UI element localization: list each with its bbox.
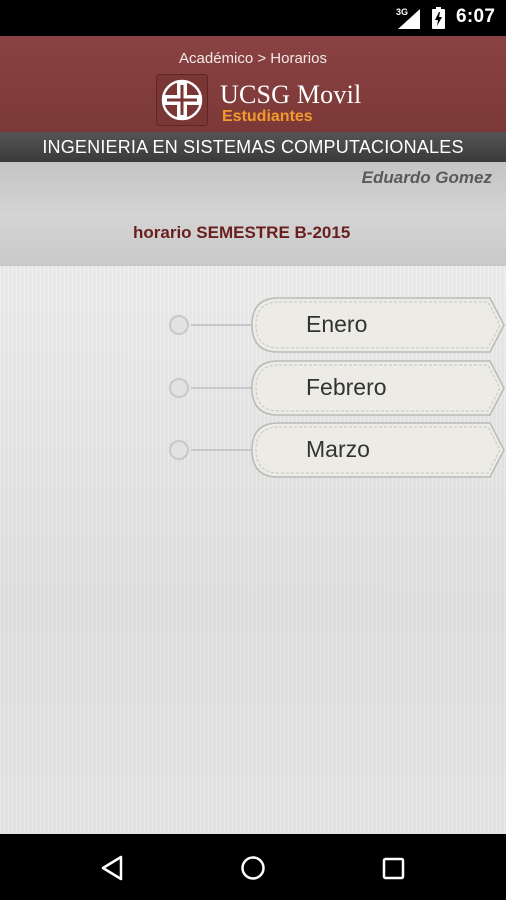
navigation-bar	[0, 834, 506, 900]
connector-line	[191, 324, 253, 326]
month-button-marzo[interactable]: Marzo	[250, 422, 506, 478]
student-name: Eduardo Gomez	[361, 168, 492, 187]
month-item-enero[interactable]: Enero	[166, 297, 506, 355]
signal-icon	[398, 9, 420, 29]
battery-icon	[432, 7, 445, 29]
month-label: Enero	[306, 311, 368, 337]
month-item-marzo[interactable]: Marzo	[166, 422, 506, 480]
radio-dot-icon[interactable]	[169, 315, 189, 335]
career-name: INGENIERIA EN SISTEMAS COMPUTACIONALES	[0, 132, 506, 162]
month-button-febrero[interactable]: Febrero	[250, 360, 506, 416]
recents-icon[interactable]	[373, 848, 413, 888]
back-icon[interactable]	[93, 848, 133, 888]
month-label: Febrero	[306, 374, 387, 400]
semester-title: horario SEMESTRE B-2015	[133, 223, 351, 242]
month-button-enero[interactable]: Enero	[250, 297, 506, 353]
radio-dot-icon[interactable]	[169, 378, 189, 398]
month-item-febrero[interactable]: Febrero	[166, 360, 506, 418]
radio-dot-icon[interactable]	[169, 440, 189, 460]
breadcrumb: Académico > Horarios	[179, 50, 327, 67]
app-brand-subtitle: Estudiantes	[222, 108, 313, 125]
connector-line	[191, 449, 253, 451]
clock: 6:07	[456, 6, 496, 27]
university-cross-logo	[156, 74, 208, 126]
app-brand-name: UCSG Movil	[220, 80, 362, 109]
month-label: Marzo	[306, 436, 370, 462]
connector-line	[191, 387, 253, 389]
home-icon[interactable]	[233, 848, 273, 888]
status-bar: 3G 6:07	[0, 0, 506, 36]
